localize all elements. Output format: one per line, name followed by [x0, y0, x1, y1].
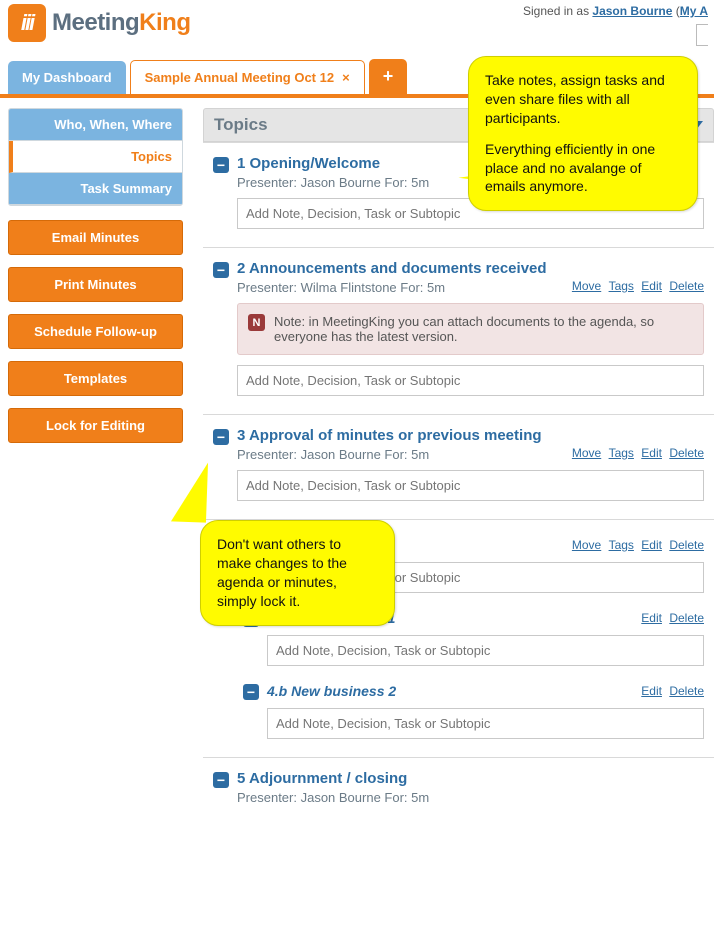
help-bubble-lock: Don't want others to make changes to the…	[200, 520, 395, 626]
nav-who-when-where[interactable]: Who, When, Where	[9, 109, 182, 141]
logo-text: MeetingKing	[52, 9, 191, 37]
subtopic-item: − 4.b New business 2 Edit Delete	[243, 682, 704, 739]
collapse-icon[interactable]: −	[213, 772, 229, 788]
edit-link[interactable]: Edit	[641, 611, 662, 625]
move-link[interactable]: Move	[572, 279, 601, 293]
subtopic-title[interactable]: 4.b New business 2	[267, 683, 396, 699]
add-note-input[interactable]	[267, 635, 704, 666]
topic-title[interactable]: 1 Opening/Welcome	[237, 155, 380, 172]
nav-task-summary[interactable]: Task Summary	[9, 173, 182, 205]
add-note-input[interactable]	[237, 470, 704, 501]
tags-link[interactable]: Tags	[609, 446, 634, 460]
delete-link[interactable]: Delete	[669, 446, 704, 460]
signed-in-text: Signed in as Jason Bourne (My A	[523, 4, 708, 18]
user-link[interactable]: Jason Bourne	[592, 4, 672, 18]
nav-topics[interactable]: Topics	[9, 141, 182, 173]
email-minutes-button[interactable]: Email Minutes	[8, 220, 183, 255]
edit-link[interactable]: Edit	[641, 446, 662, 460]
collapse-icon[interactable]: −	[243, 684, 259, 700]
collapse-icon[interactable]: −	[213, 429, 229, 445]
move-link[interactable]: Move	[572, 446, 601, 460]
nav-list: Who, When, Where Topics Task Summary	[8, 108, 183, 206]
delete-link[interactable]: Delete	[669, 538, 704, 552]
main-panel: Topics − 1 Opening/Welcome Presenter: Ja…	[203, 108, 714, 823]
edit-link[interactable]: Edit	[641, 538, 662, 552]
edit-link[interactable]: Edit	[641, 279, 662, 293]
note-icon: N	[248, 314, 265, 331]
topic-title[interactable]: 3 Approval of minutes or previous meetin…	[237, 427, 542, 444]
add-note-input[interactable]	[267, 708, 704, 739]
logo[interactable]: iii MeetingKing	[8, 4, 191, 42]
collapse-icon[interactable]: −	[213, 262, 229, 278]
search-stub[interactable]	[523, 24, 708, 49]
logo-icon: iii	[8, 4, 46, 42]
tags-link[interactable]: Tags	[609, 538, 634, 552]
new-tab-button[interactable]: +	[369, 59, 408, 94]
edit-link[interactable]: Edit	[641, 684, 662, 698]
my-account-link[interactable]: My A	[680, 4, 708, 18]
tab-active-label: Sample Annual Meeting Oct 12	[145, 70, 335, 85]
topic-title[interactable]: 5 Adjournment / closing	[237, 770, 407, 787]
delete-link[interactable]: Delete	[669, 684, 704, 698]
panel-title: Topics	[214, 115, 268, 135]
collapse-icon[interactable]: −	[213, 157, 229, 173]
close-tab-icon[interactable]: ×	[342, 70, 350, 85]
subtopic-actions: Edit Delete	[637, 611, 704, 625]
help-bubble-notes: Take notes, assign tasks and even share …	[468, 56, 698, 211]
add-note-input[interactable]	[237, 365, 704, 396]
topic-item: − 3 Approval of minutes or previous meet…	[203, 414, 714, 519]
sidebar: Who, When, Where Topics Task Summary Ema…	[8, 108, 183, 455]
note-callout: N Note: in MeetingKing you can attach do…	[237, 303, 704, 355]
subtopic-actions: Edit Delete	[637, 684, 704, 698]
schedule-followup-button[interactable]: Schedule Follow-up	[8, 314, 183, 349]
topic-item: − 2 Announcements and documents received…	[203, 247, 714, 414]
tooltip-tail	[171, 461, 208, 522]
move-link[interactable]: Move	[572, 538, 601, 552]
lock-editing-button[interactable]: Lock for Editing	[8, 408, 183, 443]
tab-active-meeting[interactable]: Sample Annual Meeting Oct 12 ×	[130, 60, 365, 94]
templates-button[interactable]: Templates	[8, 361, 183, 396]
delete-link[interactable]: Delete	[669, 279, 704, 293]
presenter-text: Presenter: Jason Bourne For: 5m	[237, 790, 704, 805]
topic-title[interactable]: 2 Announcements and documents received	[237, 260, 547, 277]
topic-item: − 5 Adjournment / closing Presenter: Jas…	[203, 757, 714, 823]
tab-dashboard[interactable]: My Dashboard	[8, 61, 126, 94]
tags-link[interactable]: Tags	[609, 279, 634, 293]
delete-link[interactable]: Delete	[669, 611, 704, 625]
print-minutes-button[interactable]: Print Minutes	[8, 267, 183, 302]
